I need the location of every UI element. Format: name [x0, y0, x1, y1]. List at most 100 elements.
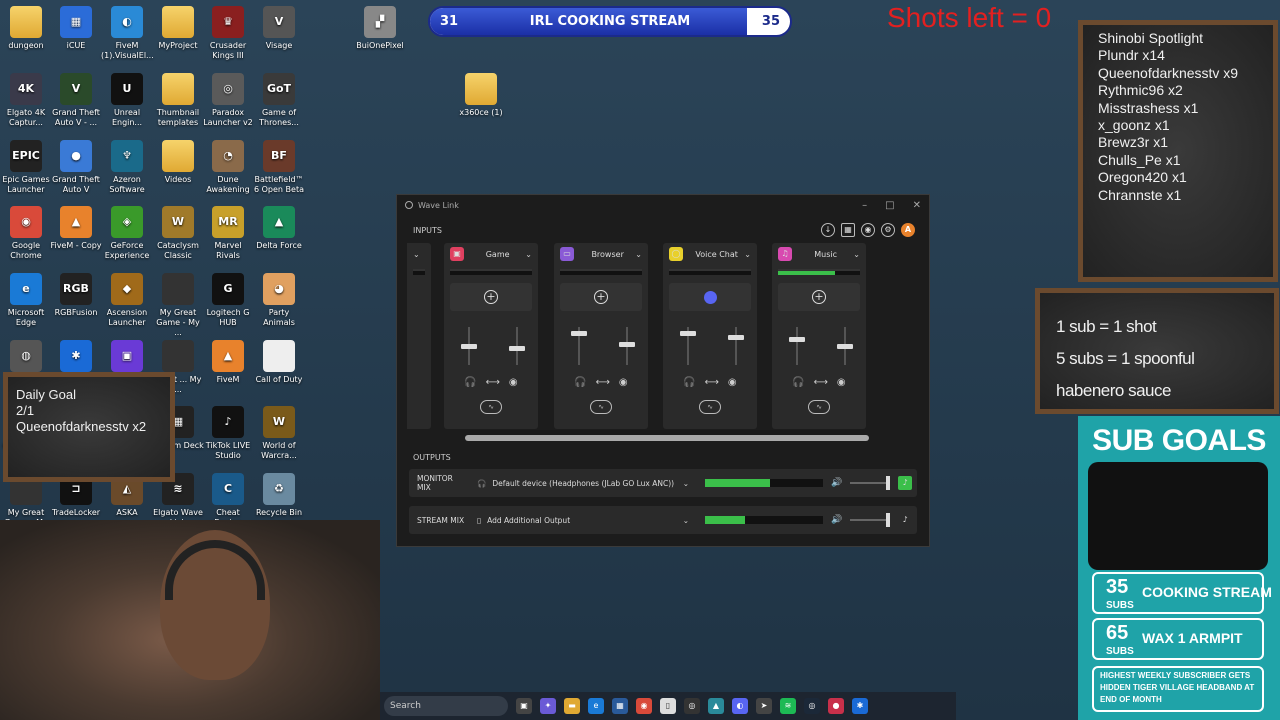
desktop-icon[interactable]: U Unreal Engin... — [101, 73, 153, 128]
chevron-down-icon[interactable]: ⌄ — [853, 250, 860, 259]
wave-link-window[interactable]: Wave Link – □ ✕ INPUTS ↓ ▦ ◉ ⚙ A ⌄ ▣ Gam… — [396, 194, 930, 547]
notepad-icon[interactable]: ▯ — [660, 698, 676, 714]
app-icon[interactable]: ● — [828, 698, 844, 714]
edge-icon[interactable]: e — [588, 698, 604, 714]
maximize-icon[interactable]: □ — [885, 200, 894, 211]
output-row[interactable]: STREAM MIX ▯ Add Additional Output ⌄ 🔊 ♪ — [409, 506, 917, 534]
desktop-icon[interactable]: MR Marvel Rivals — [202, 206, 254, 261]
desktop-icon[interactable]: ▲ Delta Force — [253, 206, 305, 251]
minimize-icon[interactable]: – — [862, 200, 867, 211]
desktop-icon[interactable]: G Logitech G HUB — [202, 273, 254, 328]
discord-icon[interactable]: ◐ — [732, 698, 748, 714]
headphones-icon[interactable]: 🎧 — [683, 377, 695, 388]
taskbar-search-input[interactable]: Search — [384, 696, 508, 716]
account-avatar-icon[interactable]: A — [901, 223, 915, 237]
effects-icon[interactable]: ∿ — [480, 400, 502, 414]
chevron-down-icon[interactable]: ⌄ — [635, 250, 642, 259]
app-icon[interactable]: ➤ — [756, 698, 772, 714]
steam-icon[interactable]: ◎ — [804, 698, 820, 714]
desktop-icon[interactable]: ▦ iCUE — [50, 6, 102, 51]
desktop-icon[interactable]: ◐ FiveM (1).VisualEl... — [101, 6, 154, 61]
output-volume-slider[interactable] — [850, 513, 891, 527]
chevron-down-icon[interactable]: ⌄ — [744, 250, 751, 259]
desktop-icon[interactable]: MyProject — [152, 6, 204, 51]
desktop-icon[interactable]: ◍ — [0, 340, 52, 375]
effects-icon[interactable]: ∿ — [699, 400, 721, 414]
file-explorer-icon[interactable]: ▬ — [564, 698, 580, 714]
monitor-mix-fader[interactable] — [789, 327, 805, 365]
broadcast-icon[interactable]: ◉ — [619, 377, 628, 388]
desktop-icon[interactable]: ▞ BuiOnePixel — [354, 6, 406, 51]
desktop-icon[interactable]: W Cataclysm Classic — [152, 206, 204, 261]
wave-link-titlebar[interactable]: Wave Link – □ ✕ — [397, 195, 929, 215]
monitor-mix-fader[interactable] — [571, 327, 587, 365]
desktop-icon[interactable]: W World of Warcra... — [253, 406, 305, 461]
channel-music[interactable]: ♫ Music ⌄ + 🎧 ⟷ ◉ ∿ — [772, 243, 866, 429]
desktop-icon[interactable]: ♛ Crusader Kings III — [202, 6, 254, 61]
link-icon[interactable]: ⟷ — [486, 377, 500, 388]
link-icon[interactable]: ⟷ — [814, 377, 828, 388]
channel-header[interactable]: ◯ Voice Chat ⌄ — [663, 243, 757, 265]
desktop-icon[interactable]: My Great Game - My ... — [152, 273, 204, 338]
stream-icon[interactable]: ◉ — [861, 223, 875, 237]
chrome-icon[interactable]: ◉ — [636, 698, 652, 714]
stream-mix-fader[interactable] — [509, 327, 525, 365]
settings-icon[interactable]: ⚙ — [881, 223, 895, 237]
channel-header[interactable]: ▭ Browser ⌄ — [554, 243, 648, 265]
desktop-icon[interactable]: ▲ FiveM - Copy — [50, 206, 102, 251]
monitor-mix-fader[interactable] — [461, 327, 477, 365]
desktop-icon[interactable]: ● Grand Theft Auto V — [50, 140, 102, 195]
link-icon[interactable]: ⟷ — [596, 377, 610, 388]
channel-game[interactable]: ▣ Game ⌄ + 🎧 ⟷ ◉ ∿ — [444, 243, 538, 429]
spotify-icon[interactable]: ≋ — [780, 698, 796, 714]
channel-header[interactable]: ♫ Music ⌄ — [772, 243, 866, 265]
link-icon[interactable]: ⟷ — [705, 377, 719, 388]
desktop-icon[interactable]: Videos — [152, 140, 204, 185]
add-source-button[interactable]: + — [778, 283, 860, 311]
desktop-icon[interactable]: RGB RGBFusion — [50, 273, 102, 318]
desktop-icon[interactable]: ◕ Party Animals — [253, 273, 305, 328]
desktop-icon[interactable]: ◉ Google Chrome — [0, 206, 52, 261]
stream-mix-fader[interactable] — [728, 327, 744, 365]
desktop-icon[interactable]: ◈ GeForce Experience — [101, 206, 153, 261]
app-icon[interactable]: ▲ — [708, 698, 724, 714]
store-icon[interactable]: ▦ — [612, 698, 628, 714]
add-source-button[interactable]: + — [450, 283, 532, 311]
desktop-icon[interactable]: x360ce (1) — [455, 73, 507, 118]
copilot-icon[interactable]: ✦ — [540, 698, 556, 714]
output-row[interactable]: MONITOR MIX 🎧 Default device (Headphones… — [409, 469, 917, 497]
ear-icon[interactable]: ♪ — [898, 513, 913, 527]
output-device-select[interactable]: 🎧 Default device (Headphones (JLab GO Lu… — [469, 479, 695, 488]
channel-voice-chat[interactable]: ◯ Voice Chat ⌄ 🎧 ⟷ ◉ ∿ — [663, 243, 757, 429]
desktop-icon[interactable]: ◎ Paradox Launcher v2 — [202, 73, 254, 128]
desktop-icon[interactable]: ◔ Dune Awakening — [202, 140, 254, 195]
download-icon[interactable]: ↓ — [821, 223, 835, 237]
chevron-down-icon[interactable]: ⌄ — [413, 250, 420, 259]
add-source-button[interactable] — [669, 283, 751, 311]
desktop-icon[interactable]: 4K Elgato 4K Captur... — [0, 73, 52, 128]
app-icon[interactable]: ✱ — [852, 698, 868, 714]
add-source-button[interactable]: + — [560, 283, 642, 311]
broadcast-icon[interactable]: ◉ — [509, 377, 518, 388]
desktop-icon[interactable]: V Visage — [253, 6, 305, 51]
broadcast-icon[interactable]: ◉ — [728, 377, 737, 388]
app-icon[interactable]: ◎ — [684, 698, 700, 714]
desktop-icon[interactable]: Call of Duty — [253, 340, 305, 385]
headphones-icon[interactable]: 🎧 — [792, 377, 804, 388]
desktop-icon[interactable]: ♻ Recycle Bin — [253, 473, 305, 518]
clipped-channel[interactable]: ⌄ — [407, 243, 431, 429]
desktop-icon[interactable]: GoT Game of Thrones... — [253, 73, 305, 128]
stream-mix-fader[interactable] — [837, 327, 853, 365]
channel-browser[interactable]: ▭ Browser ⌄ + 🎧 ⟷ ◉ ∿ — [554, 243, 648, 429]
output-volume-slider[interactable] — [850, 476, 891, 490]
desktop-icon[interactable]: ✱ — [50, 340, 102, 375]
desktop-icon[interactable]: e Microsoft Edge — [0, 273, 52, 328]
desktop-icon[interactable]: ♪ TikTok LIVE Studio — [202, 406, 254, 461]
chevron-down-icon[interactable]: ⌄ — [525, 250, 532, 259]
desktop-icon[interactable]: Thumbnail templates — [152, 73, 204, 128]
desktop-icon[interactable]: ◆ Ascension Launcher — [101, 273, 153, 328]
channel-header[interactable]: ▣ Game ⌄ — [444, 243, 538, 265]
headphones-icon[interactable]: 🎧 — [464, 377, 476, 388]
effects-icon[interactable]: ∿ — [808, 400, 830, 414]
desktop-icon[interactable]: dungeon — [0, 6, 52, 51]
